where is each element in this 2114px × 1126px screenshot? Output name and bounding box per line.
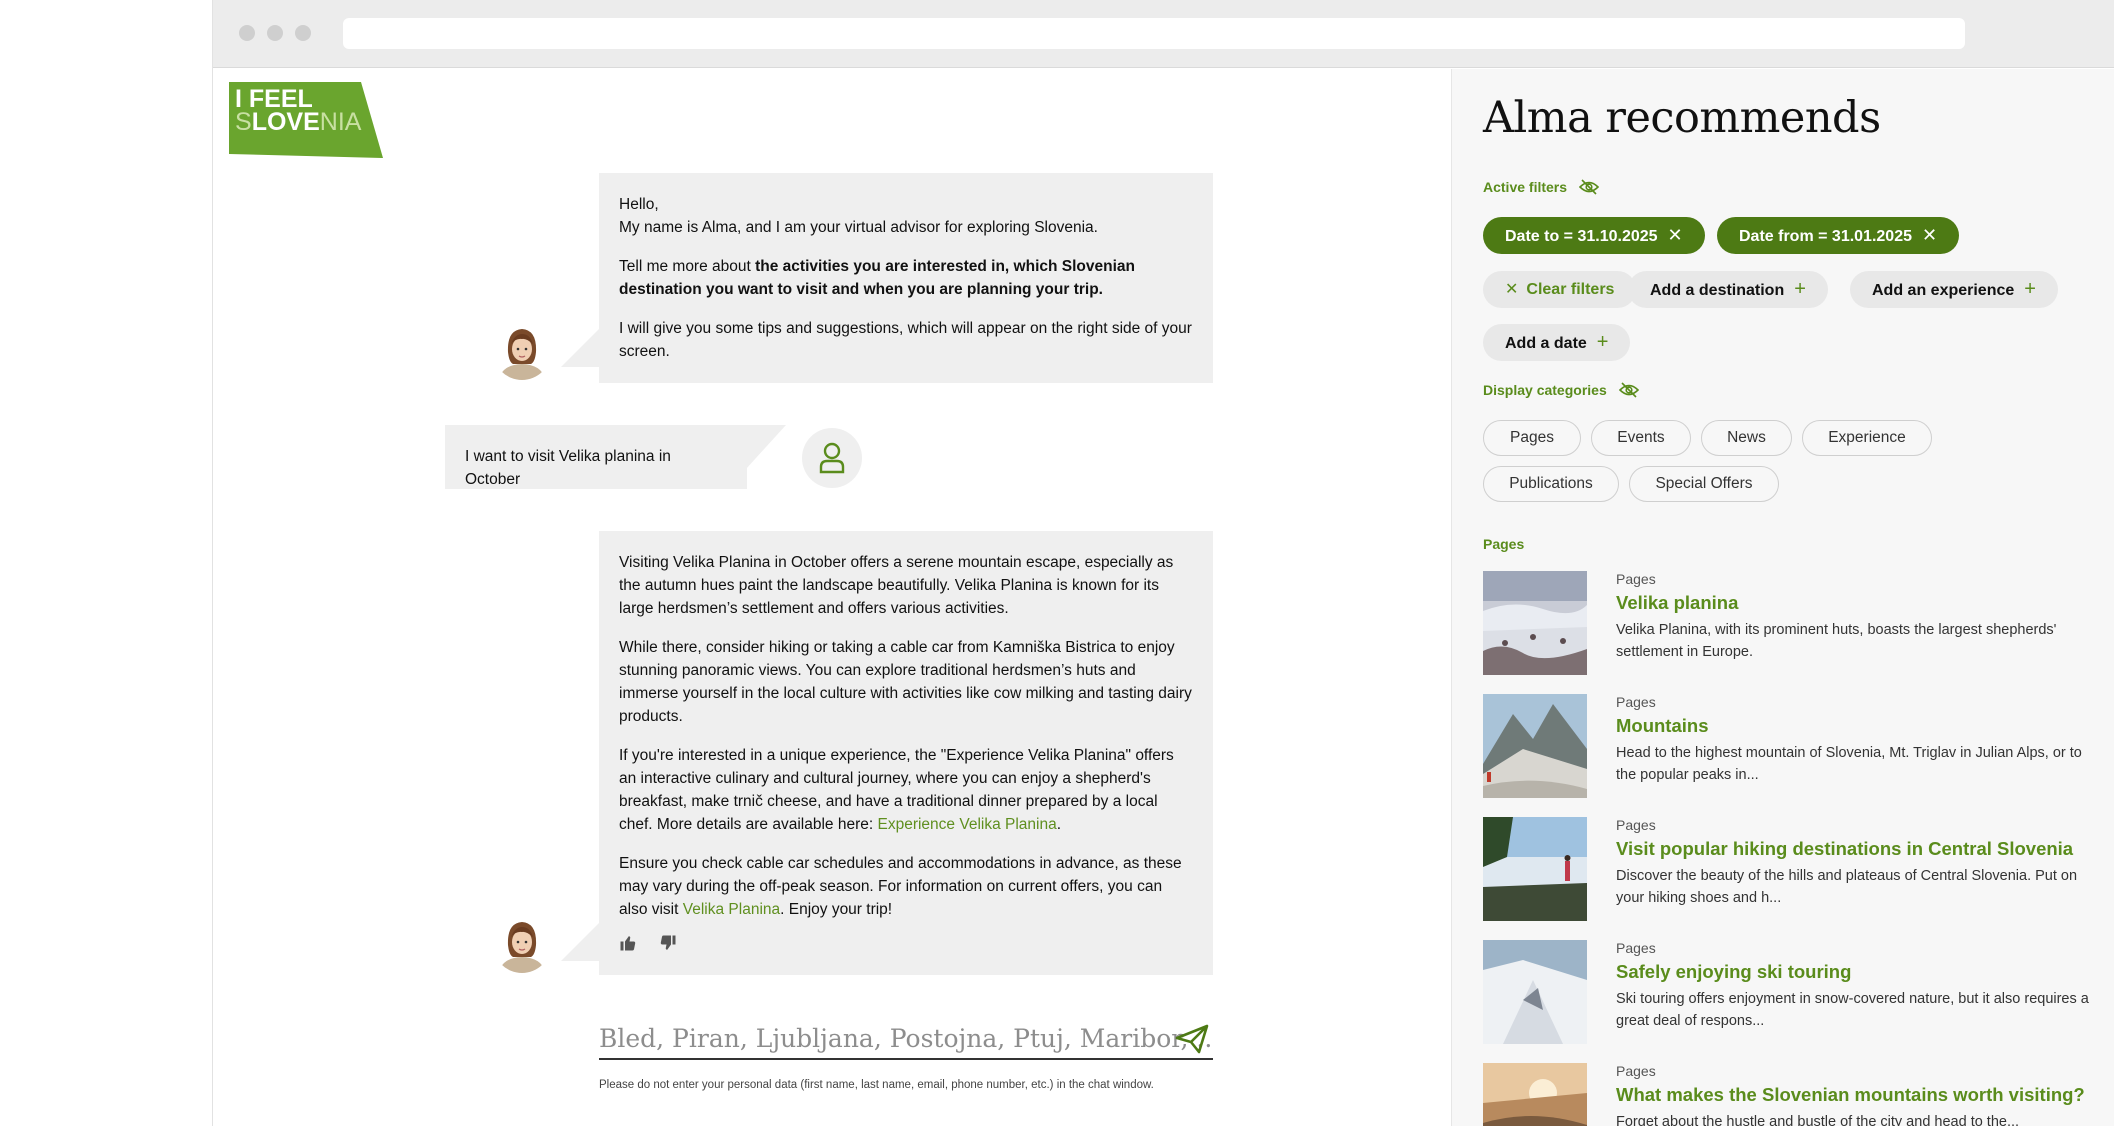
result-card[interactable]: Pages What makes the Slovenian mountains… [1483,1063,2103,1126]
active-filters-label: Active filters [1483,179,1600,198]
plus-icon: + [1794,278,1806,300]
result-thumbnail[interactable] [1483,571,1587,675]
result-thumbnail[interactable] [1483,940,1587,1044]
bubble-tail [561,921,601,961]
send-icon[interactable] [1175,1024,1209,1054]
address-bar[interactable] [343,18,1965,49]
result-category: Pages [1616,1063,1656,1079]
logo-line-2: SLOVENIA [235,108,362,136]
thumbs-down-icon[interactable] [659,934,681,956]
category-chip-news[interactable]: News [1701,420,1792,456]
experience-velika-planina-link[interactable]: Experience Velika Planina [877,816,1056,833]
result-title-link[interactable]: Mountains [1616,715,1709,737]
result-description: Discover the beauty of the hills and pla… [1616,868,2078,906]
alma-reply-bubble: Visiting Velika Planina in October offer… [599,531,1213,975]
result-description: Ski touring offers enjoyment in snow-cov… [1616,991,2089,1029]
alma-greeting-bubble: Hello, My name is Alma, and I am your vi… [599,173,1213,383]
filter-chip-date-from[interactable]: Date from = 31.01.2025 ✕ [1717,217,1960,254]
result-card[interactable]: Pages Visit popular hiking destinations … [1483,817,2103,927]
result-title-link[interactable]: Safely enjoying ski touring [1616,961,1851,983]
alma-avatar [493,915,551,973]
result-category: Pages [1616,694,1656,710]
panel-title: Alma recommends [1483,93,1881,143]
plus-icon: + [1596,331,1609,353]
add-destination-button[interactable]: Add a destination + [1628,271,1828,308]
category-chip-experience[interactable]: Experience [1802,420,1932,456]
eye-off-icon[interactable] [1618,382,1639,401]
eye-off-icon[interactable] [1578,179,1600,198]
result-title-link[interactable]: Visit popular hiking destinations in Cen… [1616,838,2073,860]
i-feel-slovenia-logo[interactable]: I FEEL SLOVENIA [229,82,383,158]
plus-icon: + [2024,278,2036,300]
chat-input[interactable]: Bled, Piran, Ljubljana, Postojna, Ptuj, … [599,1016,1213,1060]
user-avatar-icon [802,428,862,488]
browser-window: I FEEL SLOVENIA Hello, My name is Alma, … [212,0,2114,1126]
result-description: Head to the highest mountain of Slovenia… [1616,745,2082,783]
result-description: Forget about the hustle and bustle of th… [1616,1114,2020,1126]
category-chip-events[interactable]: Events [1591,420,1691,456]
result-category: Pages [1616,571,1656,587]
category-chip-special-offers[interactable]: Special Offers [1629,466,1779,502]
feedback-buttons [619,934,695,957]
result-thumbnail[interactable] [1483,1063,1587,1126]
result-card[interactable]: Pages Mountains Head to the highest moun… [1483,694,2103,804]
recommendations-panel: Alma recommends Active filters Date to =… [1451,69,2114,1126]
user-message-text: I want to visit Velika planina in Octobe… [465,448,671,488]
greeting-ask: Tell me more about [619,258,756,275]
add-experience-button[interactable]: Add an experience + [1850,271,2058,308]
window-maximize-dot[interactable] [295,25,311,41]
filter-chip-date-to[interactable]: Date to = 31.10.2025 ✕ [1483,217,1705,254]
window-close-dot[interactable] [239,25,255,41]
result-card[interactable]: Pages Safely enjoying ski touring Ski to… [1483,940,2103,1050]
chat-input-placeholder: Bled, Piran, Ljubljana, Postojna, Ptuj, … [599,1024,1213,1053]
user-message-bubble: I want to visit Velika planina in Octobe… [445,425,747,489]
greeting-hello: Hello, [619,196,659,213]
clear-filters-button[interactable]: ✕ Clear filters [1483,271,1637,308]
remove-filter-icon[interactable]: ✕ [1922,225,1937,245]
window-minimize-dot[interactable] [267,25,283,41]
add-date-button[interactable]: Add a date + [1483,324,1631,361]
category-chip-publications[interactable]: Publications [1483,466,1619,502]
reply-paragraph: Visiting Velika Planina in October offer… [619,554,1174,617]
results-section-label: Pages [1483,536,1525,552]
result-thumbnail[interactable] [1483,817,1587,921]
browser-titlebar [213,0,2114,68]
display-categories-label: Display categories [1483,382,1639,401]
result-thumbnail[interactable] [1483,694,1587,798]
privacy-disclaimer: Please do not enter your personal data (… [599,1079,1154,1091]
close-icon: ✕ [1505,281,1519,298]
result-title-link[interactable]: What makes the Slovenian mountains worth… [1616,1084,2085,1106]
thumbs-up-icon[interactable] [619,934,641,956]
bubble-tail [561,327,601,367]
result-description: Velika Planina, with its prominent huts,… [1616,622,2057,660]
remove-filter-icon[interactable]: ✕ [1668,225,1683,245]
result-card[interactable]: Pages Velika planina Velika Planina, wit… [1483,571,2103,681]
category-chip-pages[interactable]: Pages [1483,420,1581,456]
greeting-tips: I will give you some tips and suggestion… [619,320,1192,360]
bubble-tail [746,425,786,469]
result-category: Pages [1616,940,1656,956]
reply-paragraph: While there, consider hiking or taking a… [619,639,1192,725]
alma-avatar [493,322,551,380]
greeting-intro: My name is Alma, and I am your virtual a… [619,219,1098,236]
chat-area: I FEEL SLOVENIA Hello, My name is Alma, … [213,69,1451,1126]
result-category: Pages [1616,817,1656,833]
velika-planina-link[interactable]: Velika Planina [683,901,780,918]
result-title-link[interactable]: Velika planina [1616,592,1738,614]
